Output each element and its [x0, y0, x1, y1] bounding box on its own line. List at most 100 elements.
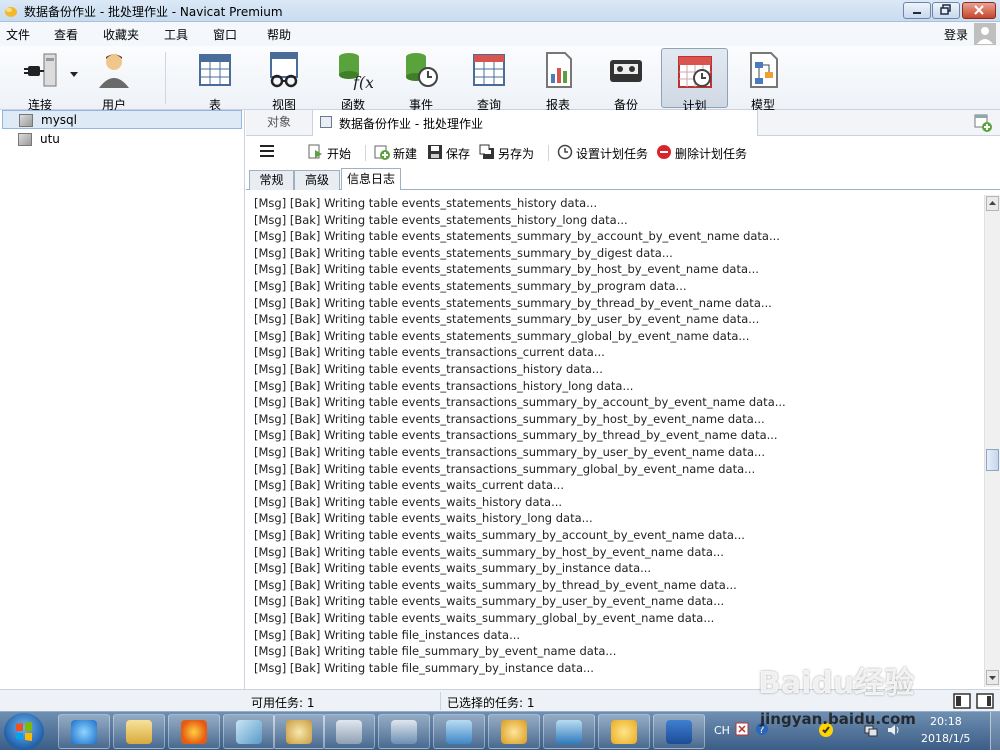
plug-icon — [24, 53, 57, 87]
connection-icon — [19, 114, 33, 127]
taskbar-bird-app-2[interactable] — [543, 714, 595, 749]
user-avatar[interactable] — [974, 23, 996, 45]
taskbar-firefox[interactable] — [168, 714, 220, 749]
word-icon — [666, 720, 692, 744]
toolbar-view-button[interactable]: 视图 — [252, 48, 316, 112]
backup-tape-icon — [610, 60, 642, 82]
subtab-strip: 常规 高级 信息日志 — [246, 168, 1000, 190]
taskbar-bird-app[interactable] — [433, 714, 485, 749]
taskbar-ie[interactable] — [58, 714, 110, 749]
layout-split-icon[interactable] — [953, 693, 971, 709]
start-menu-button[interactable] — [4, 713, 44, 750]
connection-item-utu[interactable]: utu — [2, 130, 242, 149]
clock-time[interactable]: 20:18 — [930, 715, 962, 728]
close-button[interactable] — [962, 2, 996, 19]
taskbar-navicat[interactable] — [598, 714, 650, 749]
user-icon — [99, 54, 129, 88]
layout-single-icon[interactable] — [976, 693, 994, 709]
set-schedule-label: 设置计划任务 — [576, 147, 649, 161]
toolbar-function-button[interactable]: f(x) 函数 — [321, 48, 385, 112]
show-desktop-button[interactable] — [990, 712, 1000, 751]
log-line: [Msg] [Bak] Writing table events_stateme… — [254, 246, 673, 260]
connection-icon — [18, 133, 32, 146]
toolbar-user-button[interactable]: 用户 — [82, 48, 146, 112]
log-line: [Msg] [Bak] Writing table file_summary_b… — [254, 661, 594, 675]
restore-button[interactable] — [932, 2, 960, 19]
toolbar-model-button[interactable]: 模型 — [731, 48, 795, 112]
view-icon — [270, 52, 298, 88]
toolbar-backup-button[interactable]: 备份 — [594, 48, 658, 112]
log-line: [Msg] [Bak] Writing table events_waits_s… — [254, 528, 745, 542]
scroll-thumb[interactable] — [986, 449, 999, 471]
log-line: [Msg] [Bak] Writing table events_transac… — [254, 345, 605, 359]
taskbar-notepad[interactable] — [223, 714, 275, 749]
start-icon — [308, 144, 322, 159]
menu-help[interactable]: 帮助 — [267, 26, 291, 43]
tab-backup-job[interactable]: 数据备份作业 - 批处理作业 — [312, 110, 758, 136]
ime-indicator[interactable]: CH — [714, 724, 730, 737]
taskbar-explorer[interactable] — [113, 714, 165, 749]
toolbar-schedule-button[interactable]: 计划 — [661, 48, 728, 113]
toolbar-report-button[interactable]: 报表 — [526, 48, 590, 112]
subtab-general[interactable]: 常规 — [249, 170, 294, 190]
log-line: [Msg] [Bak] Writing table events_transac… — [254, 428, 778, 442]
menu-favorites[interactable]: 收藏夹 — [103, 26, 139, 43]
toolbar-table-button[interactable]: 表 — [183, 48, 247, 112]
log-line: [Msg] [Bak] Writing table events_transac… — [254, 462, 756, 476]
log-line: [Msg] [Bak] Writing table events_transac… — [254, 395, 786, 409]
taskbar-network[interactable] — [378, 714, 430, 749]
batch-job-icon — [320, 116, 332, 128]
available-tasks-status: 可用任务: 1 — [251, 696, 315, 710]
log-line: [Msg] [Bak] Writing table events_stateme… — [254, 312, 760, 326]
windows-logo-icon — [16, 722, 32, 741]
folder-icon — [126, 720, 152, 744]
ime-toolbar-icon[interactable] — [735, 722, 749, 736]
restore-icon — [940, 4, 951, 15]
subtab-message-log[interactable]: 信息日志 — [341, 168, 401, 190]
log-line: [Msg] [Bak] Writing table events_waits_h… — [254, 495, 563, 509]
main-toolbar: 连接 用户 表 视图 f(x) 函数 事件 查询 报表 备份 计划 模型 — [0, 46, 1000, 113]
action-bar: 开始 新建 保存 另存为 设置计划任务 删除计划任务 — [246, 136, 1000, 168]
log-scrollbar[interactable] — [984, 195, 1000, 687]
save-icon — [428, 145, 442, 159]
new-tab-icon[interactable] — [974, 114, 992, 132]
network-icon — [391, 720, 417, 744]
menu-file[interactable]: 文件 — [6, 26, 30, 43]
connect-dropdown-icon[interactable] — [70, 72, 78, 78]
save-as-label: 另存为 — [498, 147, 535, 161]
minimize-button[interactable] — [903, 2, 931, 19]
toolbar-query-button[interactable]: 查询 — [457, 48, 521, 112]
save-label: 保存 — [446, 147, 471, 161]
delete-icon — [657, 145, 671, 159]
toolbar-connect-button[interactable]: 连接 — [8, 48, 72, 112]
toolbar-event-button[interactable]: 事件 — [389, 48, 453, 112]
user-avatar-icon — [977, 27, 993, 44]
notepad-icon — [236, 720, 262, 744]
scroll-up-button[interactable] — [986, 196, 999, 211]
menu-view[interactable]: 查看 — [54, 26, 78, 43]
clock-date[interactable]: 2018/1/5 — [921, 732, 970, 745]
magnifier-icon — [501, 720, 527, 744]
navicat-icon — [611, 720, 637, 744]
new-icon — [374, 145, 390, 160]
tab-object[interactable]: 对象 — [246, 110, 312, 136]
bird-icon — [446, 720, 472, 744]
model-icon — [750, 52, 778, 88]
tab-backup-job-label: 数据备份作业 - 批处理作业 — [339, 117, 483, 131]
taskbar-calculator[interactable] — [323, 714, 375, 749]
bird-icon — [556, 720, 582, 744]
calendar-icon — [677, 56, 712, 88]
connection-item-mysql[interactable]: mysql — [2, 110, 242, 129]
taskbar-search-tool[interactable] — [488, 714, 540, 749]
log-line: [Msg] [Bak] Writing table events_stateme… — [254, 329, 750, 343]
login-link[interactable]: 登录 — [944, 26, 968, 43]
scroll-down-button[interactable] — [986, 670, 999, 685]
log-line: [Msg] [Bak] Writing table events_stateme… — [254, 229, 780, 243]
taskbar-word[interactable] — [653, 714, 705, 749]
watermark-url: jingyan.baidu.com — [760, 710, 916, 728]
subtab-advanced[interactable]: 高级 — [294, 170, 340, 190]
taskbar-paint[interactable] — [273, 714, 325, 749]
menu-hamburger-icon[interactable] — [260, 145, 274, 158]
menu-window[interactable]: 窗口 — [213, 26, 237, 43]
menu-tools[interactable]: 工具 — [164, 26, 188, 43]
